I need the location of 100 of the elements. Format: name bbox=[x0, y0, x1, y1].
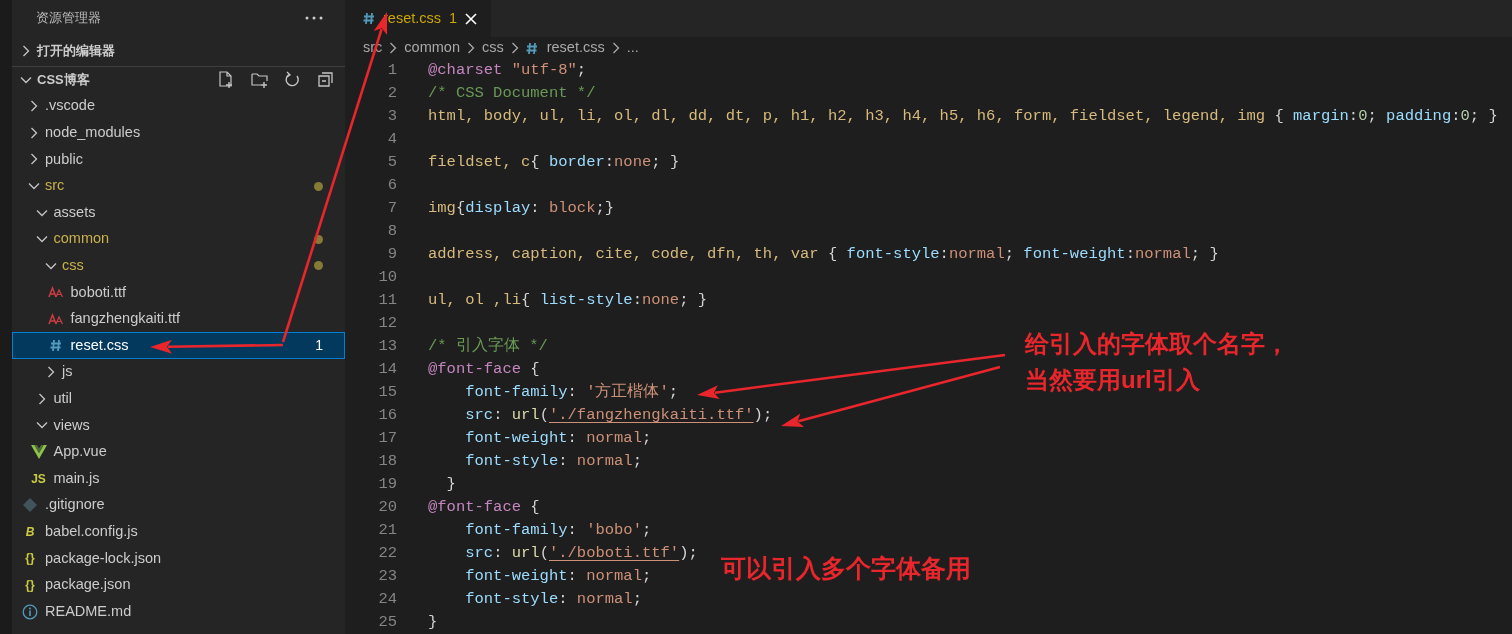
chevron-icon[interactable] bbox=[38, 392, 46, 405]
code-line: @font-face { bbox=[428, 359, 540, 380]
line-number: 16 bbox=[377, 405, 397, 426]
line-number: 10 bbox=[377, 267, 397, 288]
code-line: @font-face { bbox=[428, 497, 540, 518]
section-header[interactable]: CSS博客 bbox=[37, 70, 90, 90]
folder-name[interactable]: node_modules bbox=[45, 122, 141, 144]
code-line: img{display: block;} bbox=[428, 198, 615, 219]
file-name[interactable]: .gitignore bbox=[45, 494, 105, 517]
line-number: 21 bbox=[377, 520, 397, 541]
line-number: 19 bbox=[377, 474, 397, 495]
font-icon bbox=[47, 313, 64, 326]
info-icon bbox=[22, 603, 38, 620]
file-name: reset.css bbox=[70, 335, 129, 355]
file-name[interactable]: fangzhengkaiti.ttf bbox=[70, 308, 181, 330]
line-number: 17 bbox=[377, 428, 397, 449]
line-number: 20 bbox=[377, 497, 397, 518]
modified-dot bbox=[314, 181, 323, 191]
file-name[interactable]: boboti.ttf bbox=[70, 281, 127, 304]
file-name[interactable]: package.json bbox=[45, 574, 131, 596]
chevron-icon[interactable] bbox=[19, 76, 32, 84]
line-number: 5 bbox=[386, 152, 397, 173]
folder-name[interactable]: public bbox=[45, 148, 83, 171]
line-number: 6 bbox=[386, 175, 397, 196]
chevron-icon[interactable] bbox=[21, 45, 30, 57]
chevron-icon[interactable] bbox=[29, 100, 38, 113]
file-icon: {} bbox=[25, 549, 35, 568]
collapse-icon[interactable] bbox=[317, 71, 335, 89]
line-number: 23 bbox=[377, 566, 397, 587]
new-folder-icon[interactable] bbox=[251, 71, 269, 89]
more-icon[interactable] bbox=[305, 16, 323, 20]
chevron-icon bbox=[389, 42, 398, 54]
chevron-icon[interactable] bbox=[27, 182, 40, 191]
breadcrumb-item[interactable]: css bbox=[481, 37, 504, 59]
file-name[interactable]: main.js bbox=[53, 467, 100, 490]
breadcrumb-item[interactable]: reset.css bbox=[546, 37, 605, 59]
code-line: font-weight: normal; bbox=[464, 428, 652, 449]
modified-dot bbox=[314, 234, 323, 244]
file-icon: JS bbox=[31, 469, 46, 488]
code-line: fieldset, c{ border:none; } bbox=[428, 152, 680, 173]
code-line: src: url('./boboti.ttf'); bbox=[464, 543, 698, 564]
file-name[interactable]: babel.config.js bbox=[45, 520, 138, 543]
line-number: 4 bbox=[386, 129, 397, 150]
code-line: font-weight: normal; bbox=[464, 566, 652, 587]
folder-name[interactable]: .vscode bbox=[45, 95, 95, 118]
breadcrumb-item[interactable]: common bbox=[404, 37, 460, 59]
line-number: 18 bbox=[377, 451, 397, 472]
folder-name[interactable]: css bbox=[62, 255, 84, 277]
vue-icon bbox=[30, 445, 47, 459]
folder-name[interactable]: js bbox=[62, 361, 73, 384]
annotation-text: 给引入的字体取个名字， 当然要用url引入 bbox=[1025, 329, 1289, 395]
chevron-icon[interactable] bbox=[46, 366, 55, 379]
line-number: 13 bbox=[377, 336, 397, 357]
folder-name[interactable]: common bbox=[53, 228, 110, 251]
hash-icon bbox=[525, 41, 538, 55]
chevron-icon[interactable] bbox=[36, 235, 48, 244]
chevron-icon[interactable] bbox=[36, 208, 48, 217]
hash-icon bbox=[49, 339, 62, 353]
line-number: 3 bbox=[386, 106, 397, 127]
line-number: 24 bbox=[377, 589, 397, 610]
line-number: 9 bbox=[386, 244, 397, 265]
file-icon: {} bbox=[25, 576, 35, 594]
folder-name[interactable]: views bbox=[53, 414, 90, 437]
annotation-text: 可以引入多个字体备用 bbox=[721, 553, 971, 584]
chevron-icon[interactable] bbox=[44, 261, 57, 270]
code-line: } bbox=[428, 612, 438, 633]
code-line: address, caption, cite, code, dfn, th, var { font-style:normal; font-weight:normal; } bbox=[428, 244, 1219, 265]
hash-icon bbox=[363, 12, 375, 25]
line-number: 14 bbox=[377, 359, 397, 380]
code-line: font-family: '方正楷体'; bbox=[464, 381, 679, 403]
line-number: 15 bbox=[377, 382, 397, 403]
file-name[interactable]: App.vue bbox=[53, 441, 107, 463]
line-number: 7 bbox=[386, 198, 397, 219]
code-line: @charset "utf-8"; bbox=[428, 60, 587, 81]
close-icon[interactable] bbox=[465, 12, 478, 25]
file-name[interactable]: package-lock.json bbox=[45, 547, 162, 570]
chevron-icon[interactable] bbox=[29, 153, 38, 166]
chevron-icon bbox=[611, 42, 620, 54]
folder-name[interactable]: assets bbox=[53, 201, 96, 224]
line-number: 12 bbox=[377, 313, 397, 334]
line-number: 2 bbox=[386, 83, 397, 104]
file-name[interactable]: README.md bbox=[45, 600, 132, 623]
chevron-icon[interactable] bbox=[29, 126, 38, 139]
more-crumb[interactable]: ... bbox=[626, 37, 639, 59]
chevron-icon bbox=[510, 42, 519, 54]
line-number: 11 bbox=[377, 290, 397, 311]
chevron-icon[interactable] bbox=[36, 421, 48, 430]
file-row[interactable]: reset.css 1 bbox=[12, 332, 345, 359]
code-line: font-style: normal; bbox=[464, 589, 642, 610]
section-header[interactable]: 打开的编辑器 bbox=[37, 41, 115, 61]
code-line: font-style: normal; bbox=[464, 451, 642, 472]
line-number: 8 bbox=[386, 221, 397, 242]
folder-name[interactable]: util bbox=[53, 387, 73, 410]
code-line: /* CSS Document */ bbox=[428, 83, 596, 104]
problem-count: 1 bbox=[315, 336, 323, 356]
refresh-icon[interactable] bbox=[284, 71, 302, 89]
folder-name[interactable]: src bbox=[45, 175, 65, 197]
code-line: ul, ol ,li{ list-style:none; } bbox=[428, 290, 708, 311]
line-number: 22 bbox=[377, 543, 397, 564]
code-line: font-family: 'bobo'; bbox=[464, 520, 652, 541]
